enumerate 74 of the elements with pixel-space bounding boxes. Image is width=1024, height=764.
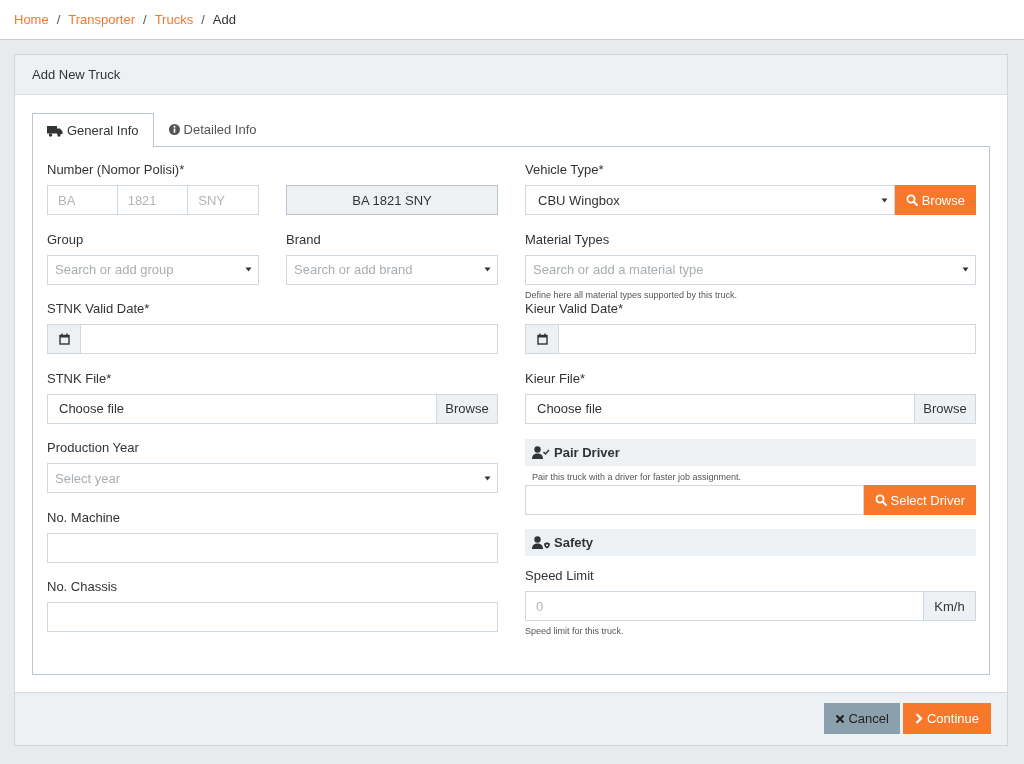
field-label: Production Year: [47, 439, 140, 457]
input-field[interactable]: [47, 602, 498, 632]
browse-button[interactable]: Browse: [914, 393, 976, 424]
input-field[interactable]: 0: [525, 591, 924, 621]
field-label: Kieur Valid Date*: [525, 300, 625, 318]
field-label: Group: [47, 230, 85, 249]
caret-icon: [962, 267, 969, 272]
select-field[interactable]: Select year: [47, 463, 498, 493]
field-label: Number (Nomor Polisi)*: [47, 161, 186, 179]
field-label: Brand: [286, 230, 322, 249]
breadcrumb-separator: /: [56, 12, 61, 27]
continue-button[interactable]: Continue: [902, 703, 991, 734]
select-driver-button[interactable]: Select Driver: [863, 485, 976, 515]
cancel-button[interactable]: Cancel: [824, 703, 900, 734]
caret-icon: [484, 475, 491, 481]
chevron-right-icon: [914, 713, 923, 724]
select-placeholder: Search or add brand: [294, 262, 413, 277]
calendar-icon: [536, 333, 548, 345]
input-field[interactable]: BA: [47, 185, 118, 215]
select-field[interactable]: Search or add brand: [286, 254, 498, 285]
breadcrumb-separator: /: [143, 12, 147, 27]
calendar-addon[interactable]: [525, 324, 558, 354]
field-label: Speed Limit: [525, 567, 595, 585]
breadcrumb-link[interactable]: Transporter: [68, 12, 136, 27]
section-title: Pair Driver: [554, 445, 620, 460]
card-title: Add New Truck: [32, 67, 121, 82]
truck-icon: [47, 124, 63, 137]
field-label: STNK Valid Date*: [47, 300, 151, 318]
select-placeholder: Search or add group: [55, 262, 174, 277]
field-label: STNK File*: [47, 369, 113, 388]
field-label: Vehicle Type*: [525, 161, 605, 179]
caret-icon: [245, 267, 252, 272]
search-icon: [905, 194, 918, 206]
user-check-icon: [532, 446, 550, 459]
caret-icon: [484, 267, 491, 272]
calendar-addon[interactable]: [47, 324, 80, 354]
field-label: Kieur File*: [525, 369, 586, 388]
input-field[interactable]: [525, 485, 864, 515]
select-field[interactable]: CBU Wingbox: [525, 185, 895, 215]
caret-icon: [880, 197, 888, 203]
select-placeholder: Search or add a material type: [533, 262, 704, 277]
breadcrumb-current: Add: [212, 12, 236, 27]
input-field[interactable]: [47, 532, 498, 563]
select-value: CBU Wingbox: [537, 192, 620, 208]
search-icon: [874, 494, 887, 506]
file-input[interactable]: Choose file: [47, 393, 436, 424]
info-icon: [168, 124, 180, 135]
help-text: Speed limit for this truck.: [525, 626, 625, 636]
select-field[interactable]: Search or add a material type: [525, 254, 976, 285]
tab[interactable]: Detailed Info: [153, 112, 272, 146]
file-input[interactable]: Choose file: [525, 393, 914, 424]
breadcrumb-link[interactable]: Trucks: [154, 12, 194, 27]
section-title: Safety: [554, 535, 594, 550]
field-label: Material Types: [525, 230, 611, 249]
user-shield-icon: [532, 536, 550, 549]
field-label: No. Chassis: [47, 578, 119, 596]
input-field[interactable]: SNY: [188, 185, 259, 215]
help-text: Define here all material types supported by this truck.: [525, 289, 739, 300]
browse-button[interactable]: Browse: [894, 185, 976, 215]
input-field[interactable]: [80, 324, 498, 354]
select-placeholder: Select year: [55, 470, 121, 486]
select-field[interactable]: Search or add group: [47, 254, 259, 285]
plate-display: BA 1821 SNY: [286, 185, 498, 215]
breadcrumb-separator: /: [201, 12, 205, 27]
input-field[interactable]: 1821: [117, 185, 189, 215]
browse-button[interactable]: Browse: [436, 393, 498, 424]
unit-label: Km/h: [924, 591, 976, 621]
calendar-icon: [58, 333, 70, 345]
input-field[interactable]: [558, 324, 976, 354]
field-label: No. Machine: [47, 508, 121, 527]
breadcrumb-link[interactable]: Home: [14, 12, 49, 27]
tab[interactable]: General Info: [32, 113, 154, 147]
help-text: Pair this truck with a driver for faster job assignment.: [532, 472, 743, 482]
close-icon: [835, 713, 846, 724]
